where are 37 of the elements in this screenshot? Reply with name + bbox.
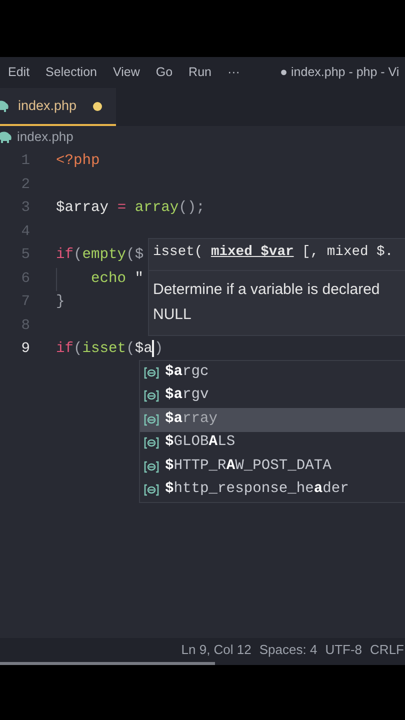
description-text: NULL [153,306,192,323]
menu-item[interactable]: Selection [46,63,97,82]
editor-tab[interactable]: index.php [0,88,116,126]
variable-icon [144,437,159,450]
status-item[interactable]: Ln 9, Col 12 [181,640,252,660]
status-item[interactable]: CRLF [370,640,404,660]
status-item[interactable]: Spaces: 4 [259,640,318,660]
suggestion-item[interactable]: $array [140,408,405,432]
variable-icon [144,484,159,496]
breadcrumb-item[interactable]: index.php [17,127,74,147]
code-line: $array = array(); [56,200,205,216]
variable-icon [144,366,159,379]
suggestion-item[interactable]: $http_response_header [140,478,405,502]
suggestion-item[interactable]: $argv [140,384,405,408]
code-line: <?php [56,153,100,169]
suggestion-item[interactable]: $GLOBALS [140,432,405,455]
menu-item[interactable]: Go [156,63,173,82]
menu-item[interactable]: Edit [8,63,30,82]
scrollbar[interactable] [0,662,215,665]
variable-icon [144,460,159,473]
signature-text: isset( mixed $var [, mixed $. [153,245,394,260]
code-line: } [56,294,65,310]
php-file-icon [0,130,13,144]
menu-item[interactable]: ··· [227,63,240,82]
line-number: 9 [20,340,30,359]
menu-item[interactable]: View [112,63,140,82]
variable-icon [144,414,159,426]
suggestion-item[interactable]: $HTTP_RAW_POST_DATA [140,455,405,478]
code-line: if(isset($a) [56,341,164,357]
window-title: ● index.php - php - Vi [280,64,400,82]
description-text: Determine if a variable is declared [153,280,380,298]
status-item[interactable]: UTF-8 [325,640,362,660]
suggestion-item[interactable]: $argc [140,361,405,384]
menu-item[interactable]: Run [188,63,212,82]
code-line: echo " [91,270,144,286]
code-line: if(empty($ [56,247,144,263]
variable-icon [144,390,159,402]
